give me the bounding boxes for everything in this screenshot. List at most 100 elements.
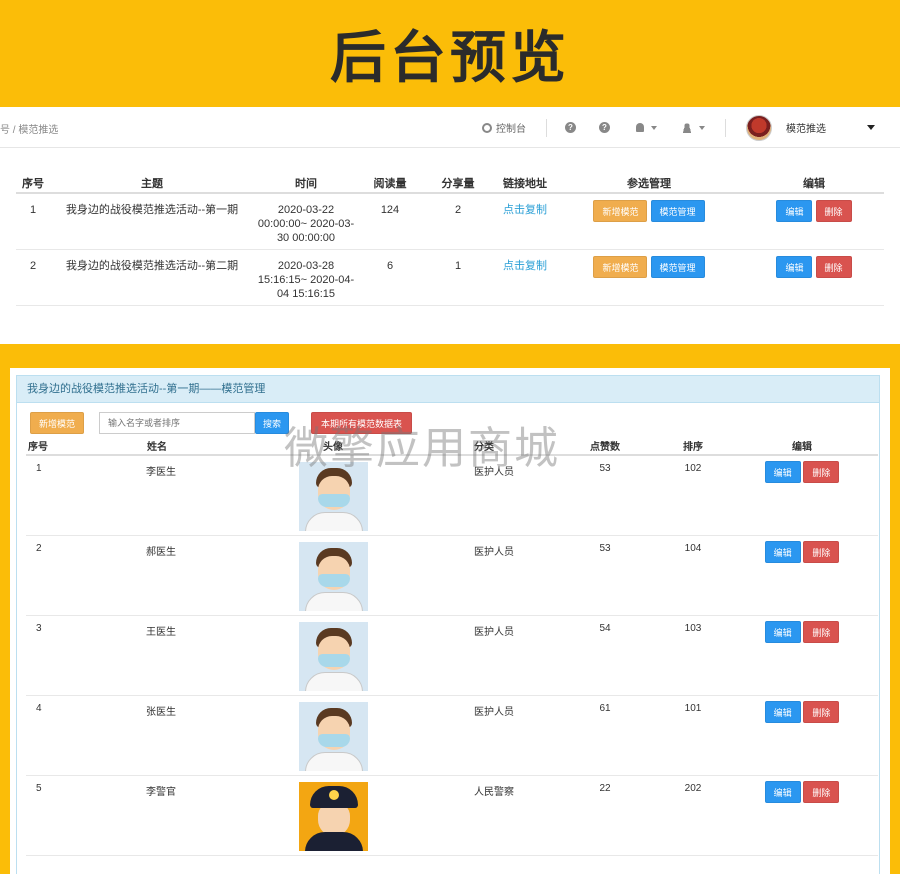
edit-button[interactable]: 编辑 — [764, 540, 801, 563]
account-dropdown[interactable] — [682, 122, 705, 133]
row-likes: 61 — [550, 695, 660, 776]
caret-down-icon — [699, 125, 705, 130]
column-header: 编辑 — [726, 436, 878, 456]
table-row: 1 李医生 医护人员 53 102 编辑 删除 — [26, 455, 878, 536]
row-category: 医护人员 — [418, 535, 550, 616]
export-button[interactable]: 本期所有模范数据表 — [311, 412, 413, 434]
row-likes: 22 — [550, 775, 660, 856]
add-model-button[interactable]: 新增模范 — [593, 255, 648, 278]
delete-button[interactable]: 删除 — [803, 540, 840, 563]
row-name: 郝医生 — [72, 535, 248, 616]
row-index: 4 — [26, 695, 72, 776]
row-index: 2 — [26, 535, 72, 616]
column-header: 序号 — [16, 173, 52, 194]
row-order: 102 — [660, 455, 726, 536]
delete-button[interactable]: 删除 — [803, 620, 840, 643]
row-order: 103 — [660, 615, 726, 696]
search-button[interactable]: 搜索 — [255, 412, 290, 434]
doctor-avatar — [298, 701, 368, 771]
breadcrumb[interactable]: 号 / 模范推选 — [0, 121, 58, 136]
model-manage-panel: 我身边的战役模范推选活动--第一期——模范管理 新增模范 搜索 本期所有模范数据… — [10, 368, 890, 874]
delete-button[interactable]: 删除 — [803, 461, 840, 483]
row-topic: 我身边的战役模范推选活动--第二期 — [52, 249, 252, 306]
row-time: 2020-03-22 00:00:00~ 2020-03-30 00:00:00 — [252, 193, 360, 250]
copy-link[interactable]: 点击复制 — [503, 260, 547, 272]
column-header: 主题 — [52, 173, 252, 194]
edit-button[interactable]: 编辑 — [776, 255, 813, 278]
column-header: 链接地址 — [496, 173, 554, 194]
column-header: 分类 — [418, 436, 550, 456]
banner-title: 后台预览 — [330, 26, 570, 91]
column-header: 序号 — [26, 436, 72, 456]
table-row: 1 我身边的战役模范推选活动--第一期 2020-03-22 00:00:00~… — [16, 193, 884, 250]
user-icon — [682, 122, 692, 133]
console-label: 控制台 — [496, 124, 526, 135]
row-order: 101 — [660, 695, 726, 776]
row-reads: 6 — [360, 249, 420, 306]
row-topic: 我身边的战役模范推选活动--第一期 — [52, 193, 252, 250]
column-header: 时间 — [252, 173, 360, 194]
row-likes: 54 — [550, 615, 660, 696]
navbar-right: 控制台 ? ? 模范推选 — [482, 107, 900, 148]
help-icon[interactable]: ? — [565, 122, 576, 133]
edit-button[interactable]: 编辑 — [764, 700, 801, 723]
delete-button[interactable]: 删除 — [803, 780, 840, 803]
model-table: 序号 姓名 头像 分类 点赞数 排序 编辑 1 李医生 医护人员 53 102 — [26, 436, 878, 856]
manage-models-button[interactable]: 模范管理 — [650, 255, 705, 278]
top-navbar: 号 / 模范推选 控制台 ? ? 模范推选 — [0, 107, 900, 148]
row-category: 医护人员 — [418, 615, 550, 696]
doctor-avatar — [298, 621, 368, 691]
delete-button[interactable]: 删除 — [815, 255, 852, 278]
edit-button[interactable]: 编辑 — [764, 461, 801, 483]
table-row: 4 张医生 医护人员 61 101 编辑 删除 — [26, 695, 878, 776]
row-category: 医护人员 — [418, 695, 550, 776]
row-likes: 53 — [550, 455, 660, 536]
add-model-button[interactable]: 新增模范 — [593, 200, 648, 222]
edit-button[interactable]: 编辑 — [764, 780, 801, 803]
doctor-avatar — [298, 462, 368, 531]
manage-models-button[interactable]: 模范管理 — [650, 200, 705, 222]
nav-divider — [546, 118, 547, 137]
column-header: 编辑 — [744, 173, 884, 194]
column-header: 排序 — [660, 436, 726, 456]
question-icon[interactable]: ? — [599, 122, 610, 133]
user-menu[interactable]: 模范推选 — [746, 114, 875, 141]
row-likes: 53 — [550, 535, 660, 616]
activity-table: 序号 主题 时间 阅读量 分享量 链接地址 参选管理 编辑 1 我身边的战役模范… — [16, 173, 884, 306]
row-category: 人民警察 — [418, 775, 550, 856]
notifications-dropdown[interactable] — [636, 123, 657, 132]
table-row: 2 郝医生 医护人员 53 104 编辑 删除 — [26, 535, 878, 616]
row-order: 104 — [660, 535, 726, 616]
delete-button[interactable]: 删除 — [803, 700, 840, 723]
row-index: 2 — [16, 249, 52, 306]
row-time: 2020-03-28 15:16:15~ 2020-04-04 15:16:15 — [252, 249, 360, 306]
column-header: 阅读量 — [360, 173, 420, 194]
row-reads: 124 — [360, 193, 420, 250]
table-row: 3 王医生 医护人员 54 103 编辑 删除 — [26, 615, 878, 696]
column-header: 参选管理 — [554, 173, 744, 194]
search-input[interactable] — [99, 412, 256, 434]
add-model-button[interactable]: 新增模范 — [30, 412, 85, 434]
edit-button[interactable]: 编辑 — [764, 620, 801, 643]
row-index: 5 — [26, 775, 72, 856]
row-shares: 2 — [420, 193, 496, 250]
row-index: 1 — [26, 455, 72, 536]
row-index: 3 — [26, 615, 72, 696]
preview-banner: 后台预览 — [0, 0, 900, 107]
nav-divider — [725, 118, 726, 137]
column-header: 姓名 — [72, 436, 248, 456]
row-name: 王医生 — [72, 615, 248, 696]
row-order: 202 — [660, 775, 726, 856]
copy-link[interactable]: 点击复制 — [503, 204, 547, 216]
table-row: 2 我身边的战役模范推选活动--第二期 2020-03-28 15:16:15~… — [16, 249, 884, 306]
edit-button[interactable]: 编辑 — [776, 200, 813, 222]
delete-button[interactable]: 删除 — [815, 200, 852, 222]
row-name: 李医生 — [72, 455, 248, 536]
table-row: 5 李警官 人民警察 22 202 编辑 删除 — [26, 775, 878, 856]
column-header: 点赞数 — [550, 436, 660, 456]
column-header: 分享量 — [420, 173, 496, 194]
dashboard-icon — [482, 122, 492, 133]
console-link[interactable]: 控制台 — [482, 120, 526, 135]
caret-down-icon — [651, 125, 657, 130]
row-shares: 1 — [420, 249, 496, 306]
